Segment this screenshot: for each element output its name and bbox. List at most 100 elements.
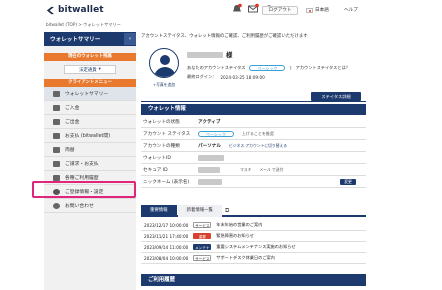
news-row[interactable]: 2023/08/04 10:00:00 サービス サポートデスク休業日のご案内 (141, 253, 366, 264)
sidebar: ウォレットサマリー ‹ 現在のウォレット残高 法定通貨 ▾ クライアントメニュー… (44, 32, 136, 290)
news-tag: メンテナンス (193, 244, 212, 256)
history-header: ご利用履歴 (141, 274, 366, 286)
redacted-wallet-id (198, 154, 224, 161)
last-login-label: 最終ログイン： (187, 74, 217, 79)
news-tag: サービス (193, 255, 212, 261)
wallet-row-secure-id: セキュア ID マスキ メール で送付 (141, 164, 366, 176)
sidebar-item-label: ご請求・お支払 (65, 162, 99, 167)
wallet-row-nickname: ニックネーム (表示名) 変更 (141, 176, 366, 188)
wallet-icon (53, 90, 60, 97)
logout-button[interactable]: ログアウト (262, 6, 298, 15)
sidebar-item-exchange[interactable]: 両替 (44, 143, 136, 157)
row-key: ウォレットID (143, 155, 171, 161)
help-link[interactable]: ヘルプ (344, 7, 358, 13)
currency-select-value: 法定通貨 (79, 67, 97, 73)
brand-logo[interactable]: bitwallet (46, 5, 104, 15)
honorific: 様 (226, 51, 233, 59)
invoice-icon (53, 160, 60, 167)
news-title[interactable]: 重要システムメンテナンス実施のお知らせ (216, 244, 295, 250)
sidebar-item-label: ウォレットサマリー (65, 92, 109, 97)
wallet-row-account-type: アカウントの種類 パーソナル ビジネス アカウントに切り替える (141, 140, 366, 152)
news-row[interactable]: 2023/12/17 10:00:00 サービス 年末年始の営業のご案内 (141, 220, 366, 231)
sidebar-item-label: お問い合わせ (65, 204, 94, 209)
avatar-head (160, 55, 170, 65)
history-icon (53, 174, 60, 181)
chevron-down-icon: ▾ (98, 67, 101, 72)
sidebar-title[interactable]: ウォレットサマリー ‹ (44, 32, 136, 46)
transfer-icon (53, 132, 60, 139)
status-line: あなたのアカウントステイタス ベーシック ? アカウントステイタスとは？ (187, 65, 350, 71)
status-label: あなたのアカウントステイタス (187, 65, 246, 70)
sidebar-item-contact[interactable]: お問い合わせ (44, 199, 136, 213)
question-icon[interactable]: ? (289, 66, 291, 71)
sidebar-item-label: お支払 (bitwallet間) (65, 134, 111, 139)
switch-business-link[interactable]: ビジネス アカウントに切り替える (229, 143, 287, 149)
change-nickname-button[interactable]: 変更 (340, 178, 356, 185)
tab-important[interactable]: 重要情報 (141, 205, 177, 217)
sidebar-item-withdraw[interactable]: ご出金 (44, 115, 136, 129)
wallet-info-header: ウォレット情報 (141, 104, 366, 115)
add-photo-link[interactable]: +写真を追加 (149, 82, 179, 88)
withdraw-icon (53, 118, 60, 125)
profile-name: 様 (187, 50, 232, 59)
row-key: ウォレットの状態 (143, 119, 180, 125)
redacted-name (187, 51, 223, 58)
deposit-icon (53, 104, 60, 111)
exchange-icon (53, 146, 60, 153)
row-key: アカウント ステイタス (143, 131, 191, 137)
top-header: bitwallet ログアウト 日本語 ヘルプ (0, 0, 442, 20)
main-content: アカウントステイタス、ウォレット情報のご確認、ご利用履歴がご確認いただけます +… (141, 32, 366, 290)
news-tag: 重要 (193, 233, 212, 239)
last-login-line: 最終ログイン： 2024-03-25 18:09:00 (187, 74, 265, 80)
news-tabs: 重要情報 新着情報一覧 ⧉ (141, 205, 366, 217)
news-row[interactable]: 2023/11/21 17:40:00 重要 緊急障害のお知らせ (141, 231, 366, 242)
avatar[interactable] (149, 48, 179, 78)
envelope-icon[interactable] (247, 3, 259, 15)
sidebar-item-label: ご出金 (65, 120, 80, 125)
bell-icon[interactable] (231, 3, 243, 15)
tab-news-list[interactable]: 新着情報一覧 (177, 205, 222, 217)
status-help-link[interactable]: アカウントステイタスとは？ (296, 65, 350, 71)
profile-card: +写真を追加 様 あなたのアカウントステイタス ベーシック ? アカウントステイ… (141, 44, 366, 102)
brand-name: bitwallet (58, 5, 104, 15)
wallet-row-wallet-id: ウォレットID (141, 152, 366, 164)
news-date: 2023/11/21 17:40:00 (144, 233, 189, 239)
news-title[interactable]: サポートデスク休業日のご案内 (216, 255, 275, 261)
sidebar-item-deposit[interactable]: ご入金 (44, 101, 136, 115)
question-icon (53, 202, 60, 209)
sidebar-item-transfer[interactable]: お支払 (bitwallet間) (44, 129, 136, 143)
mask-toggle[interactable]: マスキ (240, 167, 251, 173)
currency-select[interactable]: 法定通貨 ▾ (64, 65, 116, 74)
row-value: アクティブ (198, 119, 221, 125)
bitwallet-logo-icon (46, 6, 55, 14)
news-tag: サービス (193, 222, 212, 228)
external-link-icon[interactable]: ⧉ (225, 205, 229, 215)
send-email-link[interactable]: メール で送付 (259, 167, 283, 173)
wallet-row-state: ウォレットの状態 アクティブ (141, 116, 366, 128)
row-note[interactable]: 上げることを推奨 (242, 131, 274, 137)
sidebar-item-wallet-summary[interactable]: ウォレットサマリー (44, 87, 136, 101)
news-date: 2023/08/04 10:00:00 (144, 255, 189, 261)
client-menu-label: クライアントメニュー (44, 79, 136, 87)
last-login-value: 2024-03-25 18:09:00 (220, 74, 265, 80)
news-date: 2023/12/17 10:00:00 (144, 222, 189, 228)
status-badge: ベーシック (249, 65, 286, 71)
sidebar-item-invoice[interactable]: ご請求・お支払 (44, 157, 136, 171)
news-row[interactable]: 2023/09/14 11:00:00 メンテナンス 重要システムメンテナンス実… (141, 242, 366, 256)
status-detail-button[interactable]: ステイタス詳細 (311, 92, 361, 101)
avatar-body (154, 67, 176, 77)
row-key: セキュア ID (143, 167, 168, 173)
sidebar-item-label: 両替 (65, 148, 75, 153)
row-key: アカウントの種類 (143, 143, 180, 149)
news-title[interactable]: 緊急障害のお知らせ (216, 233, 254, 239)
sidebar-item-label: 各種ご利用履歴 (65, 176, 99, 181)
chevron-left-icon[interactable]: ‹ (124, 33, 136, 45)
news-title[interactable]: 年末年始の営業のご案内 (216, 222, 262, 228)
row-value: パーソナル (198, 143, 221, 149)
redacted-secure-id (198, 166, 220, 173)
language-selector[interactable]: 日本語 (306, 7, 329, 13)
breadcrumb[interactable]: bitwallet (TOP) > ウォレットサマリー (46, 22, 121, 28)
language-label: 日本語 (315, 8, 329, 13)
current-wallet-label: 現在のウォレット残高 (44, 53, 136, 61)
news-date: 2023/09/14 11:00:00 (144, 244, 189, 250)
